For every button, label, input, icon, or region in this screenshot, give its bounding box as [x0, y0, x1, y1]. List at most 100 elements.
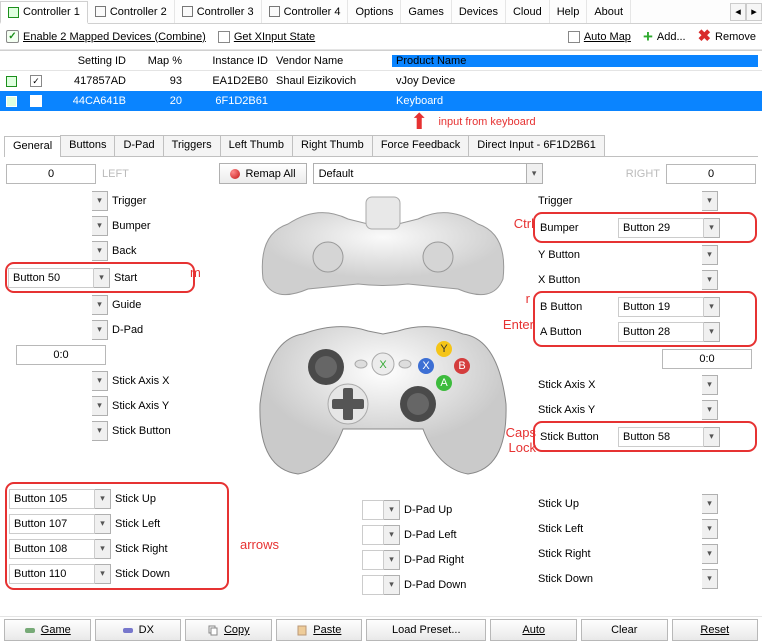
- chevron-down-icon[interactable]: [384, 575, 400, 595]
- chevron-down-icon[interactable]: [702, 569, 718, 589]
- mapping-label: D-Pad: [108, 324, 190, 336]
- chevron-down-icon[interactable]: [92, 191, 108, 211]
- auto-button[interactable]: Auto: [490, 619, 577, 641]
- dx-button[interactable]: DX: [95, 619, 182, 641]
- mapping-value[interactable]: Button 29: [618, 218, 704, 238]
- mapping-value[interactable]: Button 110: [9, 564, 95, 584]
- chevron-down-icon[interactable]: [92, 241, 108, 261]
- tab-devices[interactable]: Devices: [452, 0, 506, 23]
- chevron-down-icon[interactable]: [92, 320, 108, 340]
- scroll-tabs-left[interactable]: ◂: [730, 3, 746, 21]
- chevron-down-icon[interactable]: [704, 322, 720, 342]
- tab-direct-input[interactable]: Direct Input - 6F1D2B61: [468, 135, 605, 156]
- chevron-down-icon[interactable]: [94, 268, 110, 288]
- enable-mapped-checkbox[interactable]: Enable 2 Mapped Devices (Combine): [6, 30, 206, 43]
- game-button[interactable]: Game: [4, 619, 91, 641]
- tab-controller-2[interactable]: Controller 2: [88, 0, 175, 23]
- add-button[interactable]: +Add...: [643, 31, 686, 43]
- chevron-down-icon[interactable]: [702, 245, 718, 265]
- mapping-value[interactable]: Button 105: [9, 489, 95, 509]
- tab-controller-3[interactable]: Controller 3: [175, 0, 262, 23]
- tab-cloud[interactable]: Cloud: [506, 0, 550, 23]
- mapping-value[interactable]: [6, 295, 92, 315]
- chevron-down-icon[interactable]: [95, 489, 111, 509]
- mapping-value[interactable]: [616, 569, 702, 589]
- chevron-down-icon[interactable]: [702, 191, 718, 211]
- remap-all-button[interactable]: Remap All: [219, 163, 306, 184]
- chevron-down-icon[interactable]: [702, 400, 718, 420]
- mapping-value[interactable]: [6, 371, 92, 391]
- chevron-down-icon[interactable]: [702, 270, 718, 290]
- remove-button[interactable]: ✖Remove: [698, 31, 756, 43]
- mapping-value[interactable]: Button 28: [618, 322, 704, 342]
- mapping-value[interactable]: [616, 375, 702, 395]
- chevron-down-icon[interactable]: [384, 525, 400, 545]
- mapping-value[interactable]: [616, 544, 702, 564]
- tab-right-thumb[interactable]: Right Thumb: [292, 135, 373, 156]
- mapping-value[interactable]: [616, 245, 702, 265]
- paste-button[interactable]: Paste: [276, 619, 363, 641]
- mapping-value[interactable]: [6, 421, 92, 441]
- dpad-value[interactable]: [362, 500, 384, 520]
- mapping-value[interactable]: Button 107: [9, 514, 95, 534]
- chevron-down-icon[interactable]: [702, 519, 718, 539]
- tab-help[interactable]: Help: [550, 0, 588, 23]
- chevron-down-icon[interactable]: [92, 396, 108, 416]
- mapping-value[interactable]: Button 50: [8, 268, 94, 288]
- get-xinput-checkbox[interactable]: Get XInput State: [218, 31, 315, 43]
- row-checkbox[interactable]: [30, 75, 42, 87]
- tab-force-feedback[interactable]: Force Feedback: [372, 135, 469, 156]
- mapping-value[interactable]: [616, 191, 702, 211]
- grid-row[interactable]: 44CA641B 20 6F1D2B61 Keyboard: [0, 91, 762, 111]
- tab-controller-4[interactable]: Controller 4: [262, 0, 349, 23]
- tab-games[interactable]: Games: [401, 0, 451, 23]
- chevron-down-icon[interactable]: [92, 371, 108, 391]
- chevron-down-icon[interactable]: [95, 514, 111, 534]
- auto-map-checkbox[interactable]: Auto Map: [568, 31, 631, 43]
- mapping-value[interactable]: [616, 270, 702, 290]
- chevron-down-icon[interactable]: [702, 375, 718, 395]
- chevron-down-icon[interactable]: [702, 544, 718, 564]
- mapping-value[interactable]: [616, 400, 702, 420]
- chevron-down-icon[interactable]: [704, 297, 720, 317]
- row-checkbox[interactable]: [30, 95, 42, 107]
- mapping-value[interactable]: [6, 396, 92, 416]
- mapping-value[interactable]: Button 108: [9, 539, 95, 559]
- reset-button[interactable]: Reset: [672, 619, 759, 641]
- grid-row[interactable]: 417857AD 93 EA1D2EB0 Shaul Eizikovich vJ…: [0, 71, 762, 91]
- tab-general[interactable]: General: [4, 136, 61, 157]
- copy-button[interactable]: Copy: [185, 619, 272, 641]
- mapping-value[interactable]: [616, 519, 702, 539]
- chevron-down-icon[interactable]: [384, 500, 400, 520]
- tab-left-thumb[interactable]: Left Thumb: [220, 135, 293, 156]
- tab-controller-1[interactable]: Controller 1: [0, 1, 88, 24]
- chevron-down-icon[interactable]: [384, 550, 400, 570]
- dpad-value[interactable]: [362, 525, 384, 545]
- tab-buttons[interactable]: Buttons: [60, 135, 115, 156]
- mapping-value[interactable]: Button 58: [618, 427, 704, 447]
- mapping-value[interactable]: [616, 494, 702, 514]
- chevron-down-icon[interactable]: [92, 421, 108, 441]
- chevron-down-icon[interactable]: [92, 295, 108, 315]
- chevron-down-icon[interactable]: [704, 218, 720, 238]
- chevron-down-icon[interactable]: [92, 216, 108, 236]
- dpad-value[interactable]: [362, 575, 384, 595]
- tab-about[interactable]: About: [587, 0, 631, 23]
- scroll-tabs-right[interactable]: ▸: [746, 3, 762, 21]
- dpad-value[interactable]: [362, 550, 384, 570]
- tab-dpad[interactable]: D-Pad: [114, 135, 163, 156]
- mapping-value[interactable]: Button 19: [618, 297, 704, 317]
- chevron-down-icon[interactable]: [702, 494, 718, 514]
- load-preset-button[interactable]: Load Preset...: [366, 619, 486, 641]
- mapping-value[interactable]: [6, 216, 92, 236]
- tab-options[interactable]: Options: [348, 0, 401, 23]
- chevron-down-icon[interactable]: [704, 427, 720, 447]
- tab-triggers[interactable]: Triggers: [163, 135, 221, 156]
- chevron-down-icon[interactable]: [95, 564, 111, 584]
- mapping-value[interactable]: [6, 320, 92, 340]
- clear-button[interactable]: Clear: [581, 619, 668, 641]
- preset-select[interactable]: Default: [313, 163, 543, 184]
- chevron-down-icon[interactable]: [95, 539, 111, 559]
- mapping-value[interactable]: [6, 241, 92, 261]
- mapping-value[interactable]: [6, 191, 92, 211]
